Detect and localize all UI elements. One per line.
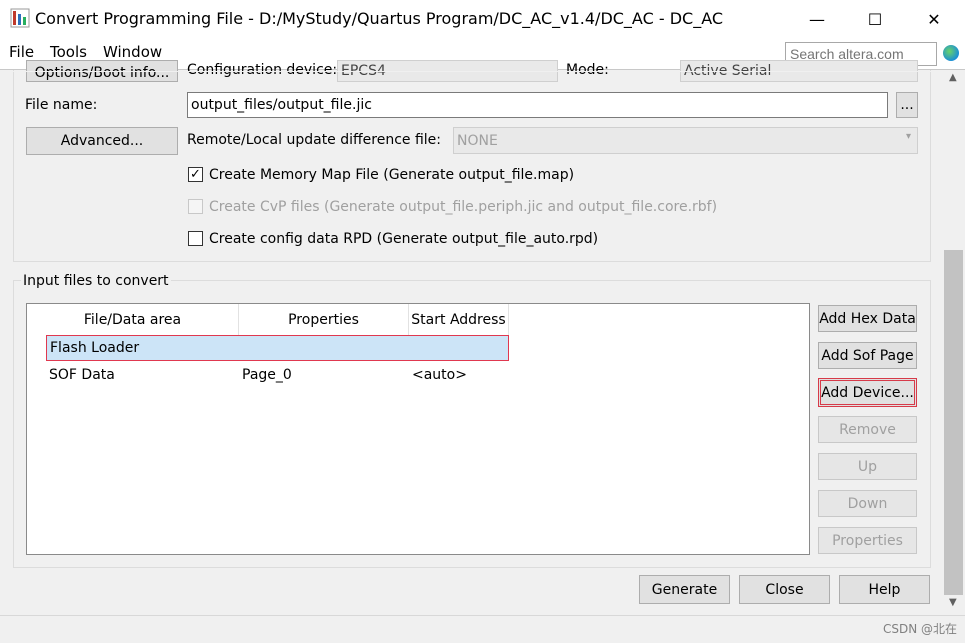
rpd-checkbox[interactable] xyxy=(188,231,203,246)
title-bar: Convert Programming File - D:/MyStudy/Qu… xyxy=(0,0,965,38)
maximize-button[interactable]: ☐ xyxy=(846,0,904,38)
close-icon: ✕ xyxy=(927,9,941,29)
move-up-button[interactable]: Up xyxy=(818,453,917,480)
chevron-down-icon: ▾ xyxy=(905,131,911,142)
close-window-button[interactable]: ✕ xyxy=(905,0,963,38)
advanced-label: Advanced... xyxy=(60,133,144,149)
quartus-app-icon xyxy=(10,8,30,28)
input-files-table[interactable]: File/Data area Properties Start Address … xyxy=(26,303,810,555)
generate-button[interactable]: Generate xyxy=(639,575,730,604)
column-header-properties[interactable]: Properties xyxy=(239,304,409,336)
menu-file-label: File xyxy=(9,43,35,61)
minimize-icon: — xyxy=(809,9,825,29)
remove-button[interactable]: Remove xyxy=(818,416,917,443)
add-sof-page-label: Add Sof Page xyxy=(821,347,914,364)
status-bar xyxy=(0,615,965,643)
checkmark-icon: ✓ xyxy=(190,167,201,182)
move-up-label: Up xyxy=(857,458,878,475)
scroll-down-icon[interactable]: ▼ xyxy=(949,597,957,608)
add-device-button[interactable]: Add Device... xyxy=(818,378,917,407)
scroll-up-icon[interactable]: ▲ xyxy=(949,72,957,83)
move-down-label: Down xyxy=(847,495,888,512)
advanced-button[interactable]: Advanced... xyxy=(26,127,178,155)
row-name: Flash Loader xyxy=(50,340,140,356)
scroll-clip xyxy=(13,71,931,72)
column-header-start-address[interactable]: Start Address xyxy=(409,304,509,336)
row-properties: Page_0 xyxy=(242,367,292,383)
table-row-flash-loader[interactable]: Flash Loader xyxy=(46,335,509,361)
remove-label: Remove xyxy=(839,421,896,438)
input-files-title: Input files to convert xyxy=(21,273,171,289)
column-header-file[interactable]: File/Data area xyxy=(27,304,239,336)
file-name-label: File name: xyxy=(25,97,98,113)
memory-map-label: Create Memory Map File (Generate output_… xyxy=(209,167,575,183)
memory-map-checkbox[interactable]: ✓ xyxy=(188,167,203,182)
move-down-button[interactable]: Down xyxy=(818,490,917,517)
close-button[interactable]: Close xyxy=(739,575,830,604)
help-label: Help xyxy=(868,581,901,598)
rpd-label: Create config data RPD (Generate output_… xyxy=(209,231,599,247)
properties-button[interactable]: Properties xyxy=(818,527,917,554)
table-row-sof-data[interactable]: SOF Data Page_0 <auto> xyxy=(46,364,509,386)
cvp-files-checkbox[interactable] xyxy=(188,199,203,214)
close-label: Close xyxy=(765,581,804,598)
file-name-input[interactable]: output_files/output_file.jic xyxy=(187,92,888,118)
mode-label: Mode: xyxy=(566,62,609,78)
scrollbar-thumb[interactable] xyxy=(944,250,963,595)
browse-label: ... xyxy=(900,97,914,113)
help-button[interactable]: Help xyxy=(839,575,930,604)
menu-tools[interactable]: Tools xyxy=(50,43,87,61)
watermark-text: CSDN @北在 xyxy=(883,622,958,636)
menu-window[interactable]: Window xyxy=(103,43,162,61)
options-boot-info-label: Options/Boot info... xyxy=(34,65,170,81)
remote-update-select[interactable]: NONE ▾ xyxy=(453,127,918,154)
maximize-icon: ☐ xyxy=(867,9,883,29)
window-title: Convert Programming File - D:/MyStudy/Qu… xyxy=(35,9,724,28)
browse-file-button[interactable]: ... xyxy=(896,92,918,118)
cvp-files-label: Create CvP files (Generate output_file.p… xyxy=(209,199,718,215)
menu-window-label: Window xyxy=(103,43,163,61)
row-name: SOF Data xyxy=(49,367,115,383)
config-device-label: Configuration device: xyxy=(187,62,338,78)
add-sof-page-button[interactable]: Add Sof Page xyxy=(818,342,917,369)
generate-label: Generate xyxy=(651,581,718,598)
globe-icon[interactable] xyxy=(943,45,959,61)
remote-update-value: NONE xyxy=(457,133,498,149)
properties-label: Properties xyxy=(832,532,903,549)
remote-update-label: Remote/Local update difference file: xyxy=(187,132,442,148)
add-device-label: Add Device... xyxy=(821,384,914,401)
menu-tools-label: Tools xyxy=(50,43,87,61)
add-hex-data-button[interactable]: Add Hex Data xyxy=(818,305,917,332)
row-start-address: <auto> xyxy=(412,367,467,383)
menu-file[interactable]: File xyxy=(9,43,34,61)
minimize-button[interactable]: — xyxy=(788,0,846,38)
add-hex-data-label: Add Hex Data xyxy=(819,310,916,327)
